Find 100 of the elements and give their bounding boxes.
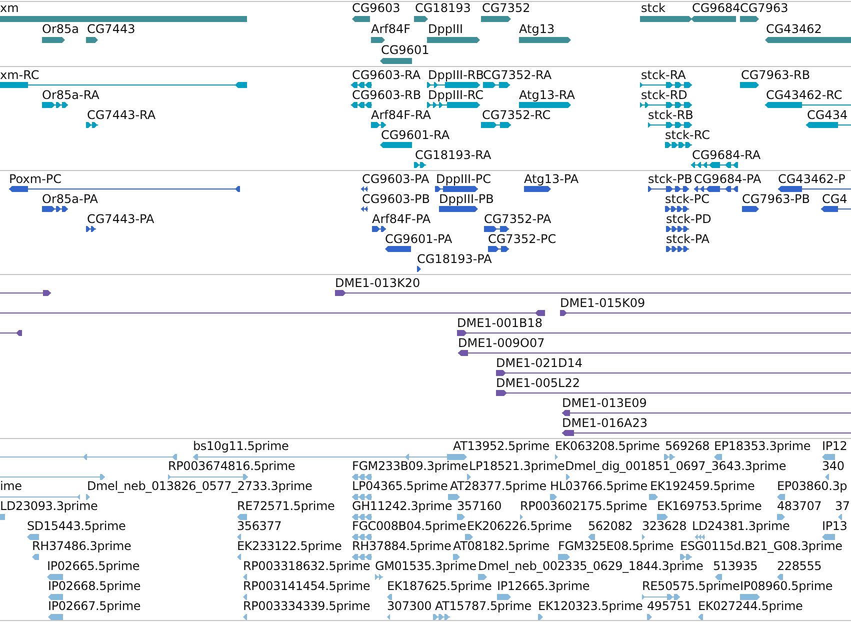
feature-label: HL03766.5prime — [550, 479, 648, 493]
feature-label: CG7352 — [482, 2, 530, 15]
feature-glyph[interactable] — [380, 58, 412, 64]
feature-label: CG4 — [822, 192, 848, 206]
feature-glyph[interactable] — [519, 37, 571, 43]
feature-label: FGM233B09.3prime — [352, 459, 468, 473]
feature-label: CG7352-RA — [483, 68, 552, 82]
feature-glyph[interactable] — [481, 122, 511, 128]
feature-label: FGM325E08.5prime — [558, 539, 674, 553]
feature-glyph[interactable] — [0, 330, 22, 336]
feature-label: RP003334339.5prime — [243, 599, 370, 613]
feature-glyph[interactable] — [483, 82, 510, 88]
feature-glyph[interactable] — [385, 246, 411, 252]
feature-glyph[interactable] — [742, 206, 759, 212]
feature-label: EK027244.5prime — [698, 599, 803, 613]
feature-label: 569268 — [665, 439, 710, 453]
feature-glyph[interactable] — [519, 102, 571, 108]
feature-glyph[interactable] — [427, 37, 480, 43]
feature-label: IP08960.5prime — [740, 579, 833, 593]
feature-glyph[interactable] — [665, 142, 692, 148]
feature-glyph[interactable] — [86, 37, 98, 43]
feature-glyph[interactable] — [427, 82, 480, 88]
feature-glyph[interactable] — [0, 82, 247, 88]
feature-glyph[interactable] — [484, 226, 509, 232]
feature-glyph[interactable] — [640, 102, 692, 108]
feature-label: CG9601-PA — [385, 232, 452, 246]
feature-glyph[interactable] — [740, 82, 759, 88]
feature-glyph[interactable] — [380, 142, 412, 148]
feature-glyph[interactable] — [560, 310, 851, 316]
feature-glyph[interactable] — [335, 290, 851, 296]
feature-label: stck-RC — [665, 128, 710, 142]
feature-glyph[interactable] — [0, 310, 545, 316]
feature-glyph[interactable] — [740, 16, 759, 22]
feature-label: DME1-001B18 — [457, 316, 543, 330]
feature-glyph[interactable] — [0, 290, 51, 296]
feature-glyph[interactable] — [665, 206, 689, 212]
feature-glyph[interactable] — [481, 16, 511, 22]
feature-glyph[interactable] — [488, 246, 509, 252]
feature-glyph[interactable] — [86, 226, 96, 232]
feature-glyph[interactable] — [439, 206, 478, 212]
feature-label: Or85a-PA — [42, 192, 98, 206]
feature-glyph[interactable] — [562, 430, 851, 436]
feature-glyph[interactable] — [524, 186, 551, 192]
feature-glyph[interactable] — [42, 206, 68, 212]
feature-glyph[interactable] — [352, 16, 370, 22]
feature-glyph[interactable] — [42, 102, 68, 108]
feature-glyph[interactable] — [640, 16, 692, 22]
feature-glyph[interactable] — [361, 206, 368, 212]
feature-glyph[interactable] — [806, 122, 851, 128]
feature-glyph[interactable] — [457, 330, 851, 336]
feature-label: AT08182.5prime — [453, 539, 550, 553]
feature-label: Atg13-PA — [524, 172, 579, 186]
feature-label: EK187625.5prime — [387, 579, 492, 593]
feature-glyph[interactable] — [351, 82, 372, 88]
feature-label: IP02668.5prime — [48, 579, 141, 593]
feature-label: CG7963-RB — [741, 68, 810, 82]
feature-glyph[interactable] — [666, 246, 689, 252]
feature-glyph[interactable] — [361, 186, 368, 192]
feature-glyph[interactable] — [435, 186, 478, 192]
feature-label: EK120323.5prime — [538, 599, 643, 613]
feature-label: CG7443-RA — [87, 108, 156, 122]
feature-glyph[interactable] — [648, 122, 692, 128]
feature-glyph[interactable] — [691, 16, 736, 22]
feature-glyph[interactable] — [694, 186, 738, 192]
feature-glyph[interactable] — [86, 122, 98, 128]
feature-glyph[interactable] — [42, 37, 65, 43]
feature-label: Arf84F-PA — [372, 212, 431, 226]
feature-glyph[interactable] — [821, 206, 851, 212]
feature-label: 228555 — [777, 559, 822, 573]
feature-label: CG43462-RC — [766, 88, 842, 102]
feature-label: CG18193-PA — [417, 252, 492, 266]
feature-label: 495751 — [647, 599, 692, 613]
feature-label: stck — [641, 2, 666, 15]
feature-glyph[interactable] — [417, 266, 421, 272]
feature-glyph[interactable] — [458, 350, 851, 356]
feature-glyph[interactable] — [427, 102, 480, 108]
feature-glyph[interactable] — [371, 37, 385, 43]
feature-label: LD24381.3prime — [692, 519, 790, 533]
feature-glyph[interactable] — [496, 370, 851, 376]
feature-glyph[interactable] — [691, 162, 738, 168]
feature-label: EK192459.5prime — [650, 479, 755, 493]
feature-glyph[interactable] — [640, 82, 692, 88]
feature-glyph[interactable] — [648, 186, 689, 192]
feature-glyph[interactable] — [371, 122, 386, 128]
feature-glyph[interactable] — [9, 186, 240, 192]
feature-glyph[interactable] — [765, 102, 851, 108]
feature-label: CG9684 — [692, 2, 740, 15]
feature-label: DME1-009O07 — [458, 336, 545, 350]
feature-glyph[interactable] — [496, 390, 851, 396]
feature-glyph[interactable] — [351, 102, 372, 108]
feature-glyph[interactable] — [562, 410, 851, 416]
feature-label: stck-PB — [648, 172, 692, 186]
feature-glyph[interactable] — [778, 186, 851, 192]
feature-label: CG7443 — [87, 22, 136, 36]
feature-glyph[interactable] — [666, 226, 689, 232]
feature-glyph[interactable] — [414, 162, 426, 168]
feature-glyph[interactable] — [414, 16, 428, 22]
feature-label: CG7352-RC — [482, 108, 551, 122]
feature-label: bs10g11.5prime — [193, 439, 289, 453]
feature-glyph[interactable] — [372, 226, 386, 232]
